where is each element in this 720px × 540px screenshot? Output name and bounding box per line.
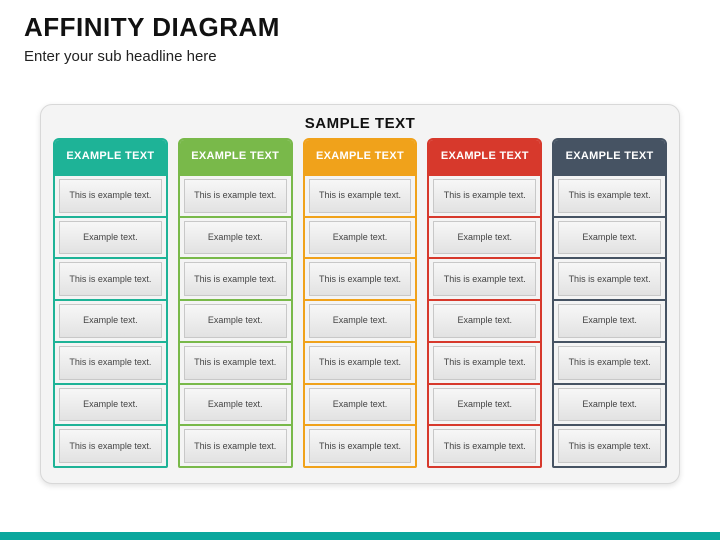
cell-chip: This is example text. bbox=[558, 346, 661, 380]
column-header: EXAMPLE TEXT bbox=[429, 140, 540, 174]
footer-accent-bar bbox=[0, 532, 720, 540]
column-body: This is example text. Example text. This i… bbox=[180, 174, 291, 466]
column-cell: This is example text. bbox=[305, 257, 416, 299]
column: EXAMPLE TEXT This is example text. Example… bbox=[53, 138, 168, 468]
cell-chip: Example text. bbox=[433, 388, 536, 422]
column-cell: This is example text. bbox=[554, 341, 665, 383]
column: EXAMPLE TEXT This is example text. Example… bbox=[178, 138, 293, 468]
column-cell: This is example text. bbox=[305, 424, 416, 466]
column-cell: Example text. bbox=[180, 216, 291, 258]
column-body: This is example text. Example text. This i… bbox=[554, 174, 665, 466]
cell-chip: Example text. bbox=[433, 221, 536, 255]
column-cell: This is example text. bbox=[55, 424, 166, 466]
column-cell: Example text. bbox=[429, 383, 540, 425]
cell-chip: This is example text. bbox=[558, 179, 661, 213]
column-header: EXAMPLE TEXT bbox=[554, 140, 665, 174]
column-cell: This is example text. bbox=[180, 176, 291, 216]
column-cell: This is example text. bbox=[55, 257, 166, 299]
column-cell: This is example text. bbox=[429, 257, 540, 299]
column-cell: Example text. bbox=[180, 383, 291, 425]
diagram-panel: SAMPLE TEXT EXAMPLE TEXTThis is example … bbox=[40, 104, 680, 484]
column-cell: This is example text. bbox=[55, 341, 166, 383]
column-cell: Example text. bbox=[554, 216, 665, 258]
cell-chip: This is example text. bbox=[59, 262, 162, 296]
column-header: EXAMPLE TEXT bbox=[305, 140, 416, 174]
column-cell: This is example text. bbox=[305, 341, 416, 383]
column-header: EXAMPLE TEXT bbox=[55, 140, 166, 174]
column-cell: This is example text. bbox=[429, 176, 540, 216]
cell-chip: Example text. bbox=[558, 221, 661, 255]
cell-chip: Example text. bbox=[59, 221, 162, 255]
slide-title: AFFINITY DIAGRAM bbox=[24, 12, 280, 43]
cell-chip: Example text. bbox=[309, 221, 412, 255]
cell-chip: Example text. bbox=[309, 304, 412, 338]
cell-chip: This is example text. bbox=[309, 179, 412, 213]
column-cell: Example text. bbox=[305, 299, 416, 341]
column-cell: This is example text. bbox=[55, 176, 166, 216]
column-cell: Example text. bbox=[554, 299, 665, 341]
column-cell: Example text. bbox=[55, 299, 166, 341]
column: EXAMPLE TEXT This is example text. Example… bbox=[427, 138, 542, 468]
cell-chip: This is example text. bbox=[59, 429, 162, 463]
column-cell: This is example text. bbox=[180, 257, 291, 299]
column-cell: This is example text. bbox=[429, 424, 540, 466]
cell-chip: This is example text. bbox=[184, 346, 287, 380]
cell-chip: This is example text. bbox=[59, 179, 162, 213]
cell-chip: This is example text. bbox=[184, 429, 287, 463]
column: EXAMPLE TEXT This is example text. Example… bbox=[303, 138, 418, 468]
cell-chip: Example text. bbox=[59, 388, 162, 422]
column-cell: Example text. bbox=[429, 299, 540, 341]
column-cell: This is example text. bbox=[554, 257, 665, 299]
cell-chip: This is example text. bbox=[433, 179, 536, 213]
column-body: This is example text. Example text. This i… bbox=[55, 174, 166, 466]
panel-title: SAMPLE TEXT bbox=[53, 111, 667, 138]
column-cell: This is example text. bbox=[305, 176, 416, 216]
column-body: This is example text. Example text. This i… bbox=[305, 174, 416, 466]
cell-chip: This is example text. bbox=[309, 429, 412, 463]
cell-chip: This is example text. bbox=[433, 429, 536, 463]
column-cell: This is example text. bbox=[429, 341, 540, 383]
cell-chip: This is example text. bbox=[184, 262, 287, 296]
cell-chip: Example text. bbox=[558, 304, 661, 338]
cell-chip: Example text. bbox=[184, 304, 287, 338]
column-cell: Example text. bbox=[55, 216, 166, 258]
cell-chip: This is example text. bbox=[309, 262, 412, 296]
column-cell: This is example text. bbox=[180, 341, 291, 383]
slide: AFFINITY DIAGRAM Enter your sub headline… bbox=[0, 0, 720, 540]
cell-chip: Example text. bbox=[309, 388, 412, 422]
cell-chip: This is example text. bbox=[309, 346, 412, 380]
columns-container: EXAMPLE TEXT This is example text. Example… bbox=[53, 138, 667, 468]
column-cell: This is example text. bbox=[180, 424, 291, 466]
cell-chip: This is example text. bbox=[184, 179, 287, 213]
cell-chip: This is example text. bbox=[433, 262, 536, 296]
cell-chip: This is example text. bbox=[558, 262, 661, 296]
cell-chip: Example text. bbox=[433, 304, 536, 338]
cell-chip: Example text. bbox=[59, 304, 162, 338]
column-cell: Example text. bbox=[55, 383, 166, 425]
column: EXAMPLE TEXT This is example text. Example… bbox=[552, 138, 667, 468]
cell-chip: This is example text. bbox=[558, 429, 661, 463]
cell-chip: This is example text. bbox=[59, 346, 162, 380]
cell-chip: This is example text. bbox=[433, 346, 536, 380]
column-header: EXAMPLE TEXT bbox=[180, 140, 291, 174]
column-cell: Example text. bbox=[429, 216, 540, 258]
slide-subtitle: Enter your sub headline here bbox=[24, 48, 217, 65]
column-cell: Example text. bbox=[305, 383, 416, 425]
column-body: This is example text. Example text. This i… bbox=[429, 174, 540, 466]
cell-chip: Example text. bbox=[558, 388, 661, 422]
column-cell: Example text. bbox=[305, 216, 416, 258]
column-cell: Example text. bbox=[554, 383, 665, 425]
column-cell: This is example text. bbox=[554, 176, 665, 216]
column-cell: This is example text. bbox=[554, 424, 665, 466]
cell-chip: Example text. bbox=[184, 388, 287, 422]
cell-chip: Example text. bbox=[184, 221, 287, 255]
column-cell: Example text. bbox=[180, 299, 291, 341]
